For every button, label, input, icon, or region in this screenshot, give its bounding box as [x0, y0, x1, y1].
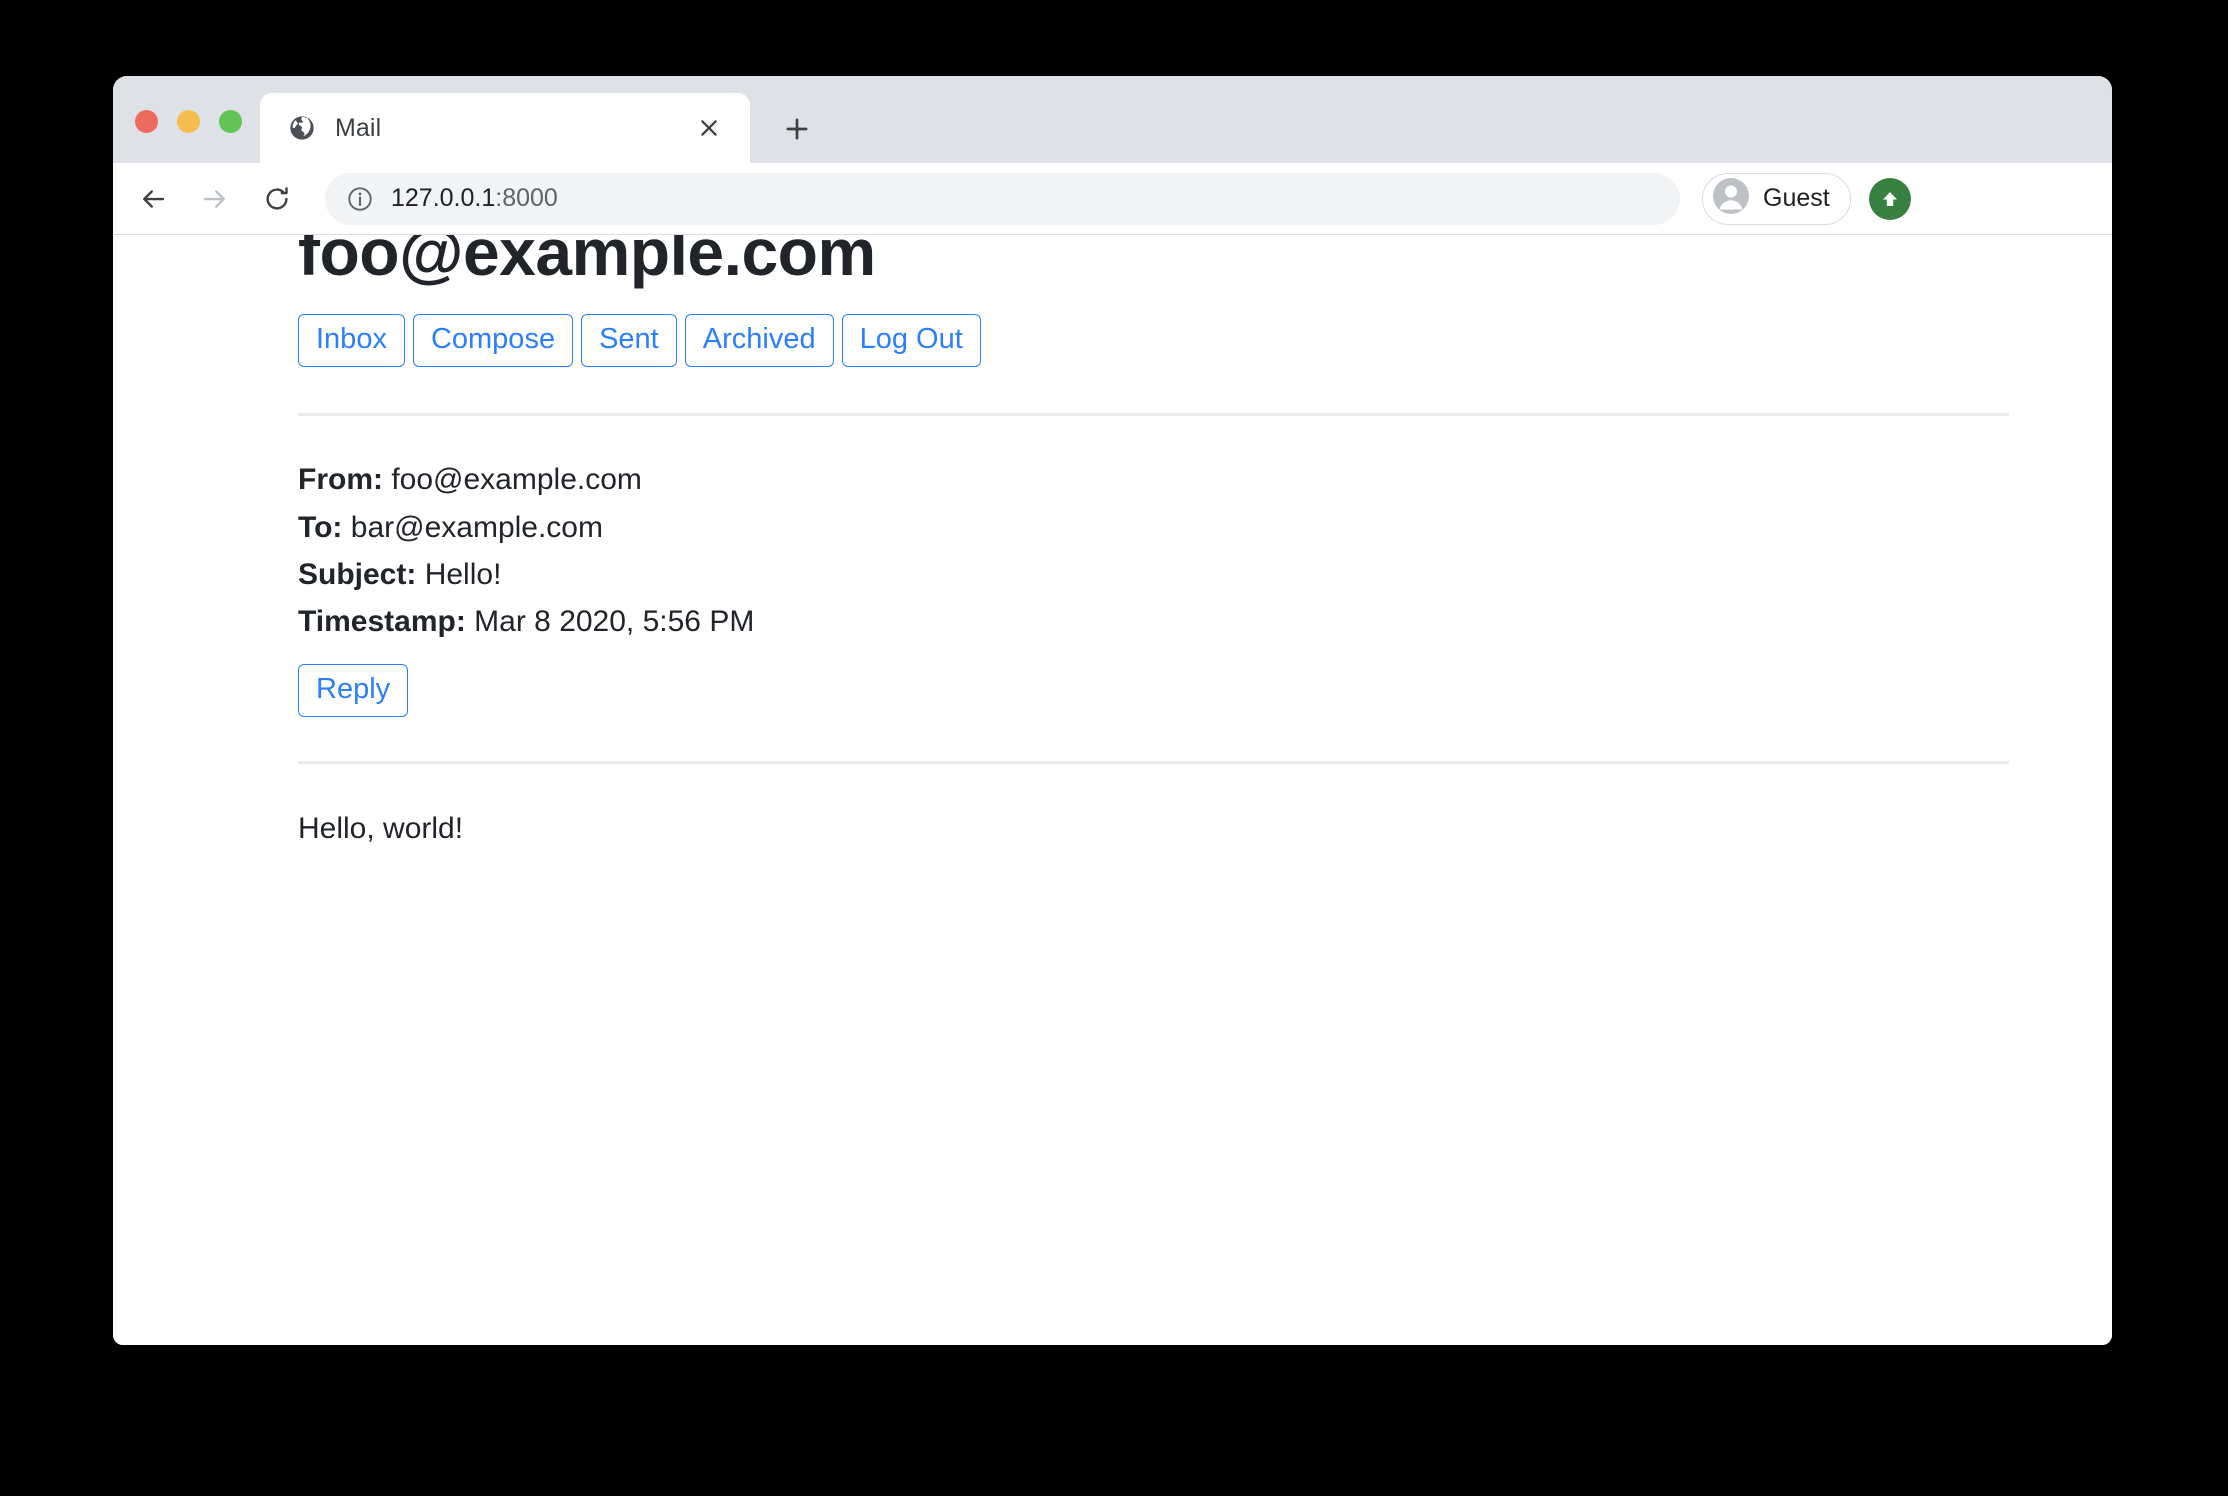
email-from-label: From: [298, 463, 383, 497]
email-timestamp-label: Timestamp: [298, 605, 466, 639]
reply-button[interactable]: Reply [298, 663, 409, 717]
person-icon [1711, 176, 1751, 221]
close-window-button[interactable] [135, 110, 158, 133]
email-timestamp-value: Mar 8 2020, 5:56 PM [474, 605, 755, 639]
divider-top [298, 413, 2009, 417]
tab-title: Mail [335, 113, 382, 142]
browser-tab-mail[interactable]: Mail [260, 93, 750, 163]
arrow-right-icon[interactable] [189, 173, 241, 225]
email-subject-row: Subject: Hello! [298, 551, 2037, 598]
email-from-value: foo@example.com [391, 463, 642, 497]
email-to-value: bar@example.com [350, 510, 603, 544]
mail-app: foo@example.com Inbox Compose Sent Archi… [113, 235, 2112, 851]
nav-button-compose[interactable]: Compose [412, 314, 574, 368]
mail-nav: Inbox Compose Sent Archived Log Out [298, 314, 2037, 368]
window-controls [135, 110, 242, 133]
address-bar[interactable]: 127.0.0.1:8000 [325, 172, 1680, 225]
arrow-left-icon[interactable] [127, 173, 179, 225]
email-headers: From: foo@example.com To: bar@example.co… [298, 456, 2037, 646]
nav-button-log-out[interactable]: Log Out [841, 314, 981, 368]
email-to-row: To: bar@example.com [298, 504, 2037, 551]
nav-button-inbox[interactable]: Inbox [298, 314, 405, 368]
globe-icon [288, 114, 316, 142]
reload-icon[interactable] [251, 173, 303, 225]
page-title: foo@example.com [298, 235, 876, 289]
email-from-row: From: foo@example.com [298, 456, 2037, 503]
divider-bottom [298, 760, 2009, 764]
nav-button-archived[interactable]: Archived [684, 314, 834, 368]
email-subject-value: Hello! [424, 557, 502, 591]
plus-icon[interactable] [778, 110, 816, 148]
browser-toolbar: 127.0.0.1:8000 Guest [113, 163, 2112, 235]
page-viewport: foo@example.com Inbox Compose Sent Archi… [113, 235, 2112, 1345]
browser-window: Mail 127.0.0.1:8000 Guest foo@example.co… [113, 76, 2112, 1345]
profile-button[interactable]: Guest [1702, 172, 1851, 225]
email-timestamp-row: Timestamp: Mar 8 2020, 5:56 PM [298, 598, 2037, 645]
info-circle-icon[interactable] [345, 184, 375, 214]
close-icon[interactable] [692, 111, 726, 145]
reply-row: Reply [298, 663, 2037, 717]
url-port: :8000 [495, 184, 558, 212]
email-subject-label: Subject: [298, 557, 417, 591]
email-body: Hello, world! [298, 811, 464, 845]
minimize-window-button[interactable] [177, 110, 200, 133]
email-to-label: To: [298, 510, 343, 544]
tab-strip: Mail [113, 76, 2112, 163]
url-host: 127.0.0.1 [391, 184, 496, 212]
url-text: 127.0.0.1:8000 [391, 184, 558, 213]
maximize-window-button[interactable] [219, 110, 242, 133]
arrow-up-icon[interactable] [1868, 177, 1911, 220]
nav-button-sent[interactable]: Sent [581, 314, 677, 368]
profile-name: Guest [1763, 184, 1830, 212]
